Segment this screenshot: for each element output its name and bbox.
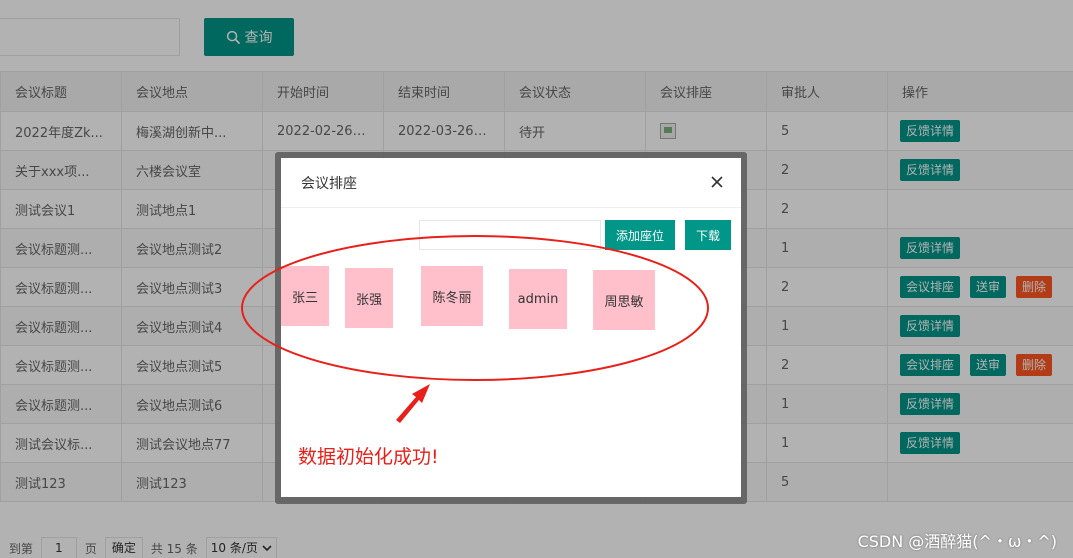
close-button[interactable] [707, 172, 727, 192]
download-button[interactable]: 下载 [685, 220, 731, 250]
annotation-text: 数据初始化成功! [298, 446, 439, 468]
watermark: CSDN @酒醉猫(^・ω・^) [857, 532, 1057, 551]
seat-name-input[interactable] [419, 220, 601, 250]
seat-item[interactable]: 陈冬丽 [421, 266, 483, 326]
close-icon [711, 176, 723, 188]
seat-item[interactable]: admin [509, 269, 567, 329]
seat-item[interactable]: 张三 [281, 266, 329, 326]
add-seat-button[interactable]: 添加座位 [605, 220, 675, 250]
seat-item[interactable]: 周思敏 [593, 270, 655, 330]
dialog-title: 会议排座 [281, 158, 741, 208]
seat-item[interactable]: 张强 [345, 268, 393, 328]
